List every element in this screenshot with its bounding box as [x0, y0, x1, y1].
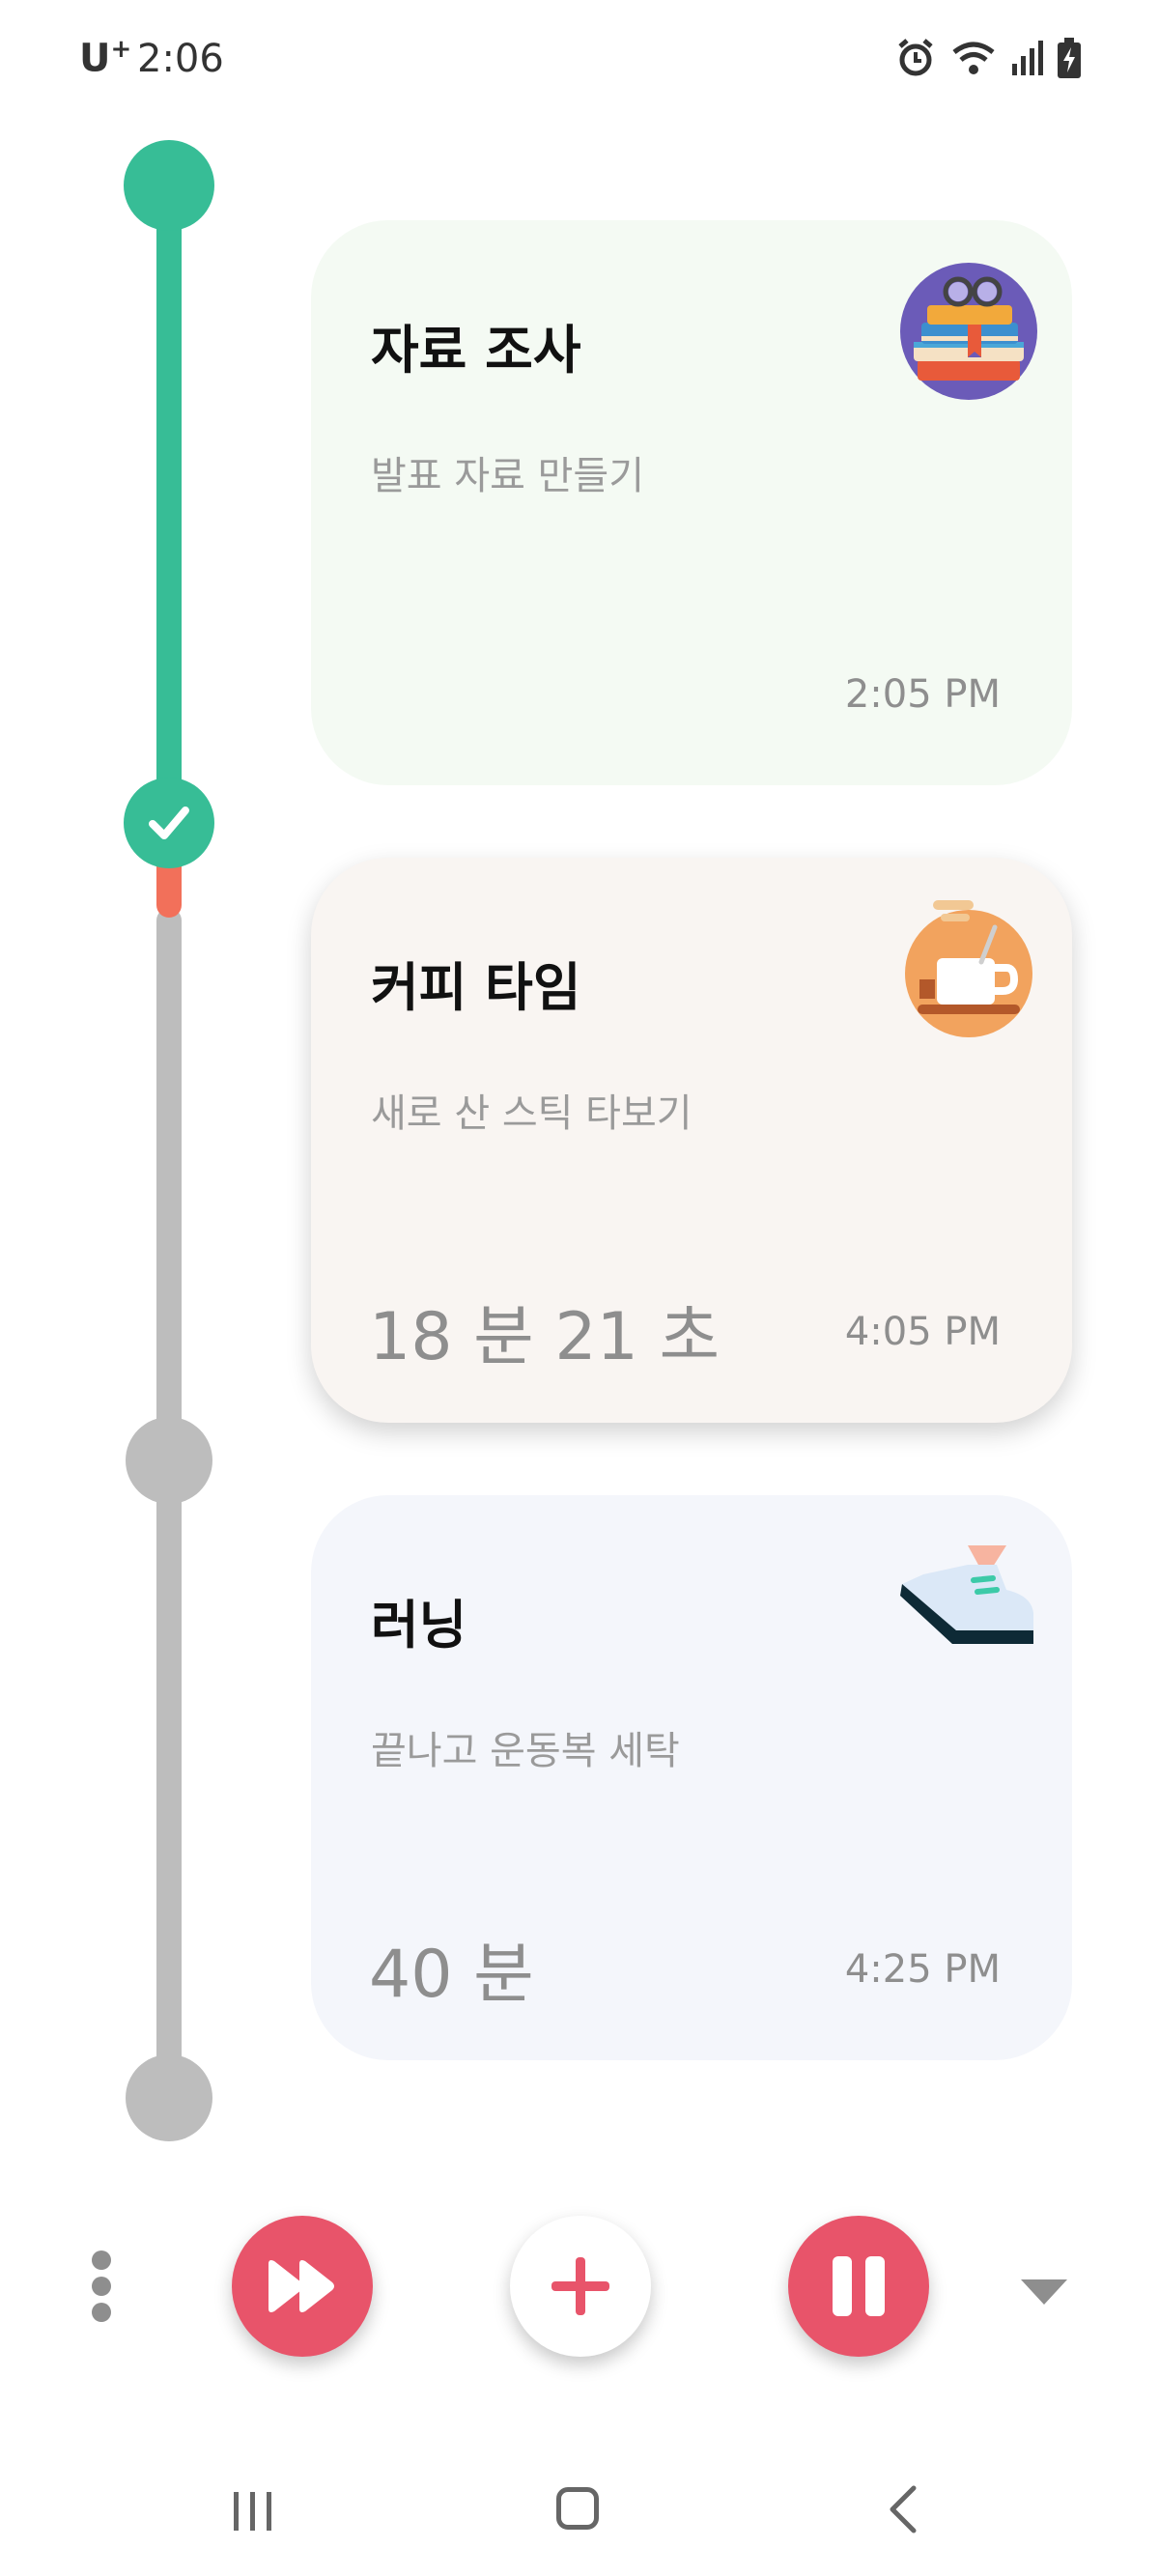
signal-icon	[1010, 41, 1043, 75]
carrier-label: U+	[79, 35, 132, 81]
books-glasses-icon	[900, 263, 1037, 400]
timeline-node-completed	[124, 778, 214, 868]
task-time: 2:05 PM	[844, 672, 1001, 717]
coffee-cup-icon	[905, 900, 1032, 1037]
task-subtitle: 새로 산 스틱 타보기	[371, 1091, 693, 1136]
task-subtitle: 끝나고 운동복 세탁	[371, 1729, 680, 1773]
wifi-icon	[950, 39, 997, 77]
task-time: 4:05 PM	[844, 1310, 1001, 1354]
alarm-icon	[894, 37, 937, 79]
task-time: 4:25 PM	[844, 1947, 1001, 1992]
recent-apps-icon[interactable]	[232, 2490, 274, 2533]
timeline-node-next	[126, 1417, 212, 1504]
add-task-button[interactable]	[510, 2216, 651, 2357]
sneaker-icon	[900, 1545, 1033, 1644]
task-remaining-timer: 18 분 21 초	[369, 1299, 721, 1375]
back-icon[interactable]	[887, 2485, 918, 2534]
status-clock: 2:06	[137, 37, 224, 81]
pause-icon	[833, 2256, 885, 2316]
task-card-coffee[interactable]: 커피 타임 새로 산 스틱 타보기 18 분 21 초 4:05 PM	[311, 858, 1072, 1423]
task-title: 자료 조사	[371, 320, 581, 381]
pause-button[interactable]	[788, 2216, 929, 2357]
task-title: 커피 타임	[371, 957, 581, 1018]
timeline-node-end	[126, 2054, 212, 2141]
task-card-running[interactable]: 러닝 끝나고 운동복 세탁 40 분 4:25 PM	[311, 1495, 1072, 2060]
check-icon	[149, 807, 189, 839]
timeline-track-remaining	[156, 908, 182, 2106]
task-title: 러닝	[371, 1595, 467, 1656]
timeline-node-start	[124, 140, 214, 231]
skip-button[interactable]	[232, 2216, 373, 2357]
status-bar: U+ 2:06	[0, 0, 1159, 126]
chevron-down-icon[interactable]	[1019, 2278, 1069, 2307]
plus-icon	[551, 2257, 609, 2315]
timeline-progress-done	[156, 164, 182, 840]
home-icon[interactable]	[556, 2487, 599, 2530]
more-vert-icon[interactable]	[87, 2250, 116, 2322]
status-icons	[894, 37, 1082, 79]
task-card-research[interactable]: 자료 조사 발표 자료 만들기 2:05 PM	[311, 220, 1072, 785]
battery-charging-icon	[1057, 38, 1082, 78]
fast-forward-icon	[269, 2260, 334, 2312]
task-duration: 40 분	[369, 1937, 534, 2013]
task-subtitle: 발표 자료 만들기	[371, 454, 645, 498]
